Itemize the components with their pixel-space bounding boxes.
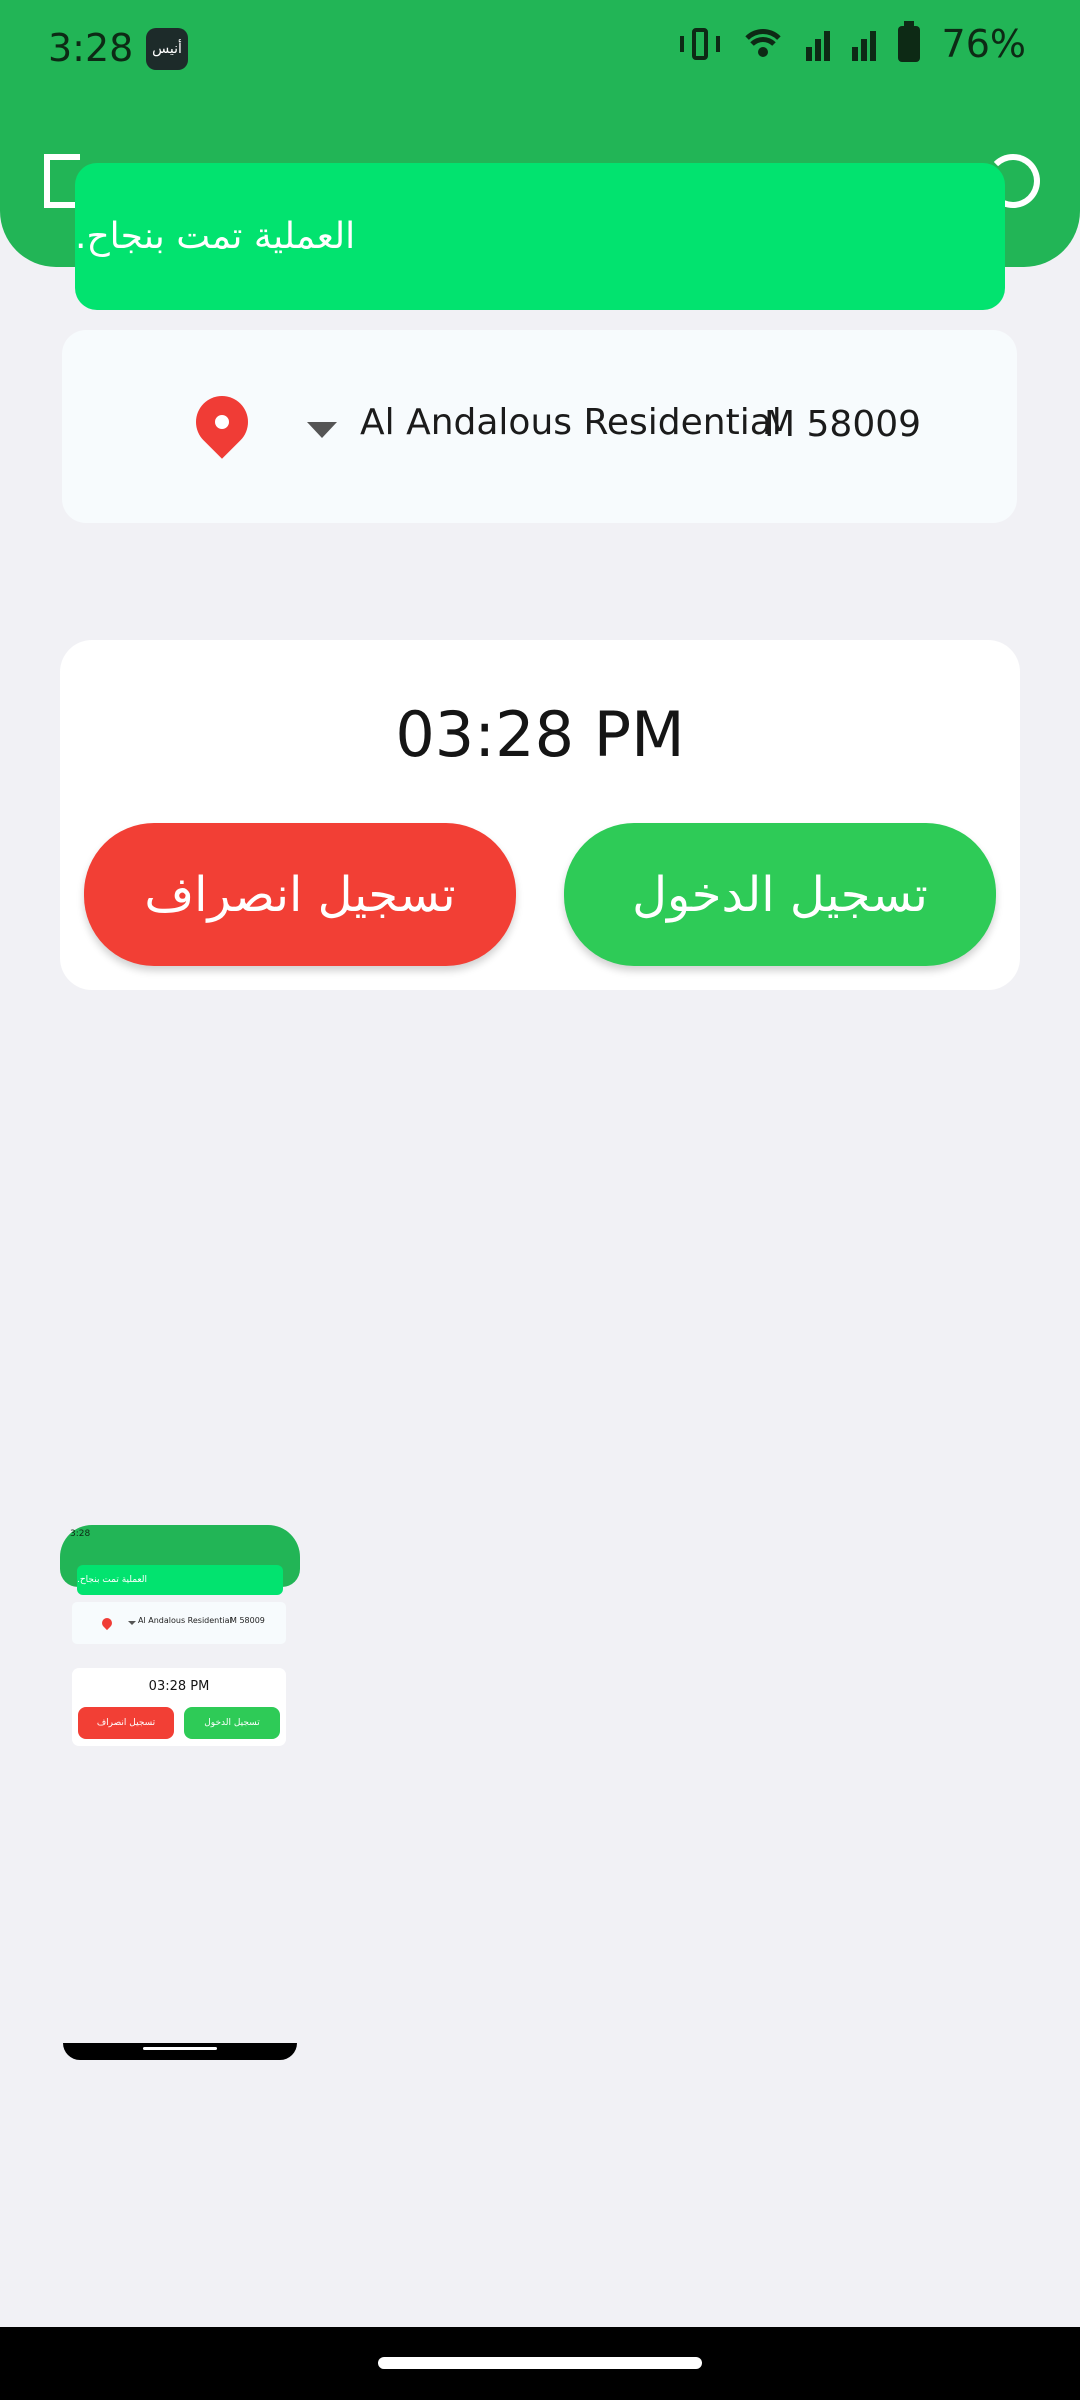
system-nav-bar <box>0 2327 1080 2400</box>
check-out-button[interactable]: تسجيل انصراف <box>84 823 516 966</box>
thumb-site-code: M 58009 <box>230 1616 265 1625</box>
check-in-label: تسجيل الدخول <box>632 866 928 923</box>
home-handle[interactable] <box>378 2357 702 2369</box>
app-notification-icon: أنيس <box>146 28 188 70</box>
wifi-icon <box>741 27 784 61</box>
app-badge-text: أنيس <box>152 41 182 57</box>
vibrate-icon <box>679 28 720 60</box>
thumb-attendance-card: 03:28 PM تسجيل انصراف تسجيل الدخول <box>72 1668 286 1746</box>
thumb-clock: 03:28 PM <box>148 1679 210 1694</box>
thumb-location-card: Al Andalous Residential M 58009 <box>72 1602 286 1644</box>
thumb-toast: العملية تمت بنجاح. <box>77 1565 283 1595</box>
thumb-pin-icon <box>99 1615 115 1631</box>
success-toast: العملية تمت بنجاح. <box>75 163 1005 310</box>
recent-app-thumbnail[interactable]: 3:28 العملية تمت بنجاح. Al Andalous Resi… <box>60 1525 300 2060</box>
location-selector[interactable]: Al Andalous Residential M 58009 <box>62 330 1017 523</box>
signal-icon <box>805 27 830 61</box>
dropdown-caret-icon[interactable] <box>307 422 337 438</box>
thumb-caret-icon <box>128 1621 136 1625</box>
current-time: 03:28 PM <box>395 698 685 771</box>
toast-message: العملية تمت بنجاح. <box>75 216 356 257</box>
location-pin-icon <box>185 385 259 459</box>
status-time: 3:28 <box>48 26 134 70</box>
battery-percent: 76% <box>941 22 1026 66</box>
check-in-button[interactable]: تسجيل الدخول <box>564 823 996 966</box>
thumb-nav-bar <box>63 2043 297 2060</box>
thumb-check-in: تسجيل الدخول <box>184 1707 280 1739</box>
attendance-card: 03:28 PM تسجيل انصراف تسجيل الدخول <box>60 640 1020 990</box>
signal-icon-2 <box>851 27 876 61</box>
site-code: M 58009 <box>764 404 922 445</box>
battery-icon <box>897 21 920 62</box>
thumb-site-name: Al Andalous Residential <box>138 1616 232 1625</box>
thumb-check-out-label: تسجيل انصراف <box>96 1718 156 1728</box>
thumb-status-time: 3:28 <box>70 1529 91 1539</box>
check-out-label: تسجيل انصراف <box>144 866 456 923</box>
thumb-toast-text: العملية تمت بنجاح. <box>77 1575 148 1585</box>
site-name: Al Andalous Residential <box>360 402 782 443</box>
thumb-check-out: تسجيل انصراف <box>78 1707 174 1739</box>
thumb-check-in-label: تسجيل الدخول <box>204 1718 260 1728</box>
status-icons: 76% <box>679 21 1026 66</box>
